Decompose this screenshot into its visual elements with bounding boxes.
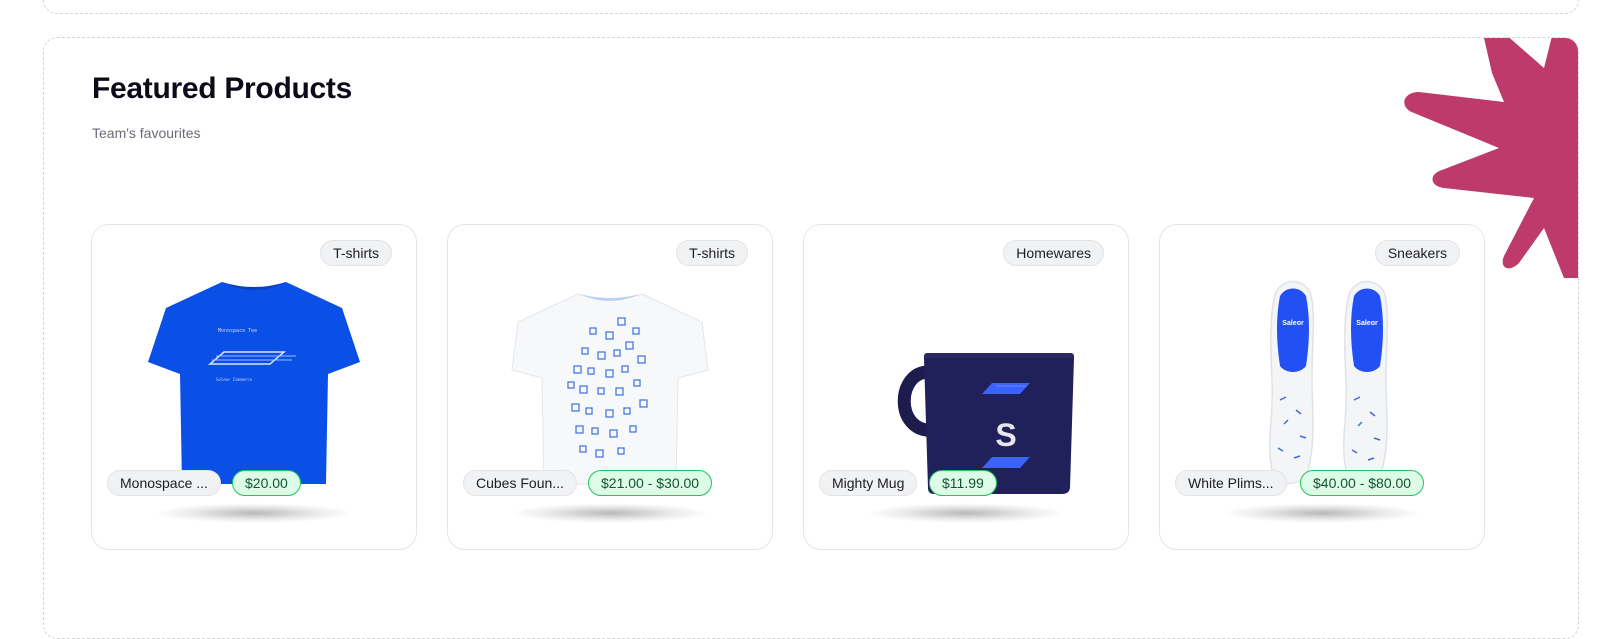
product-name[interactable]: Cubes Foun... bbox=[463, 470, 577, 496]
white-cubes-tshirt-image bbox=[511, 293, 709, 485]
product-price: $11.99 bbox=[929, 470, 997, 496]
section-subtitle: Team's favourites bbox=[92, 125, 201, 141]
product-price: $20.00 bbox=[232, 470, 301, 496]
product-price: $40.00 - $80.00 bbox=[1300, 470, 1425, 496]
blue-tshirt-image: Monospace Tee Saleor Commerce bbox=[148, 282, 360, 484]
category-badge[interactable]: T-shirts bbox=[320, 240, 392, 266]
previous-section-frame bbox=[43, 0, 1579, 14]
svg-text:Saleor: Saleor bbox=[1282, 320, 1304, 327]
product-shadow bbox=[1222, 503, 1422, 523]
product-name[interactable]: Mighty Mug bbox=[819, 470, 918, 496]
section-title: Featured Products bbox=[92, 72, 352, 105]
category-badge[interactable]: T-shirts bbox=[676, 240, 748, 266]
svg-text:S: S bbox=[995, 417, 1016, 453]
product-shadow bbox=[154, 503, 354, 523]
product-price: $21.00 - $30.00 bbox=[588, 470, 713, 496]
product-shadow bbox=[510, 503, 710, 523]
product-card[interactable]: T-shirts Monospace Tee Saleor Commerce M… bbox=[91, 224, 417, 550]
navy-mug-image: S bbox=[897, 353, 1074, 494]
category-badge[interactable]: Sneakers bbox=[1374, 240, 1460, 266]
featured-products-section: Featured Products Team's favourites T-sh… bbox=[43, 37, 1579, 639]
svg-text:Saleor Commerce: Saleor Commerce bbox=[216, 377, 253, 382]
product-card[interactable]: Homewares S Mighty Mug $11.99 bbox=[803, 224, 1129, 550]
white-sneakers-image: Saleor Saleor bbox=[1268, 280, 1389, 485]
svg-text:Saleor: Saleor bbox=[1356, 320, 1378, 327]
product-name[interactable]: Monospace ... bbox=[107, 470, 221, 496]
category-badge[interactable]: Homewares bbox=[1003, 240, 1104, 266]
product-name[interactable]: White Plims... bbox=[1175, 470, 1287, 496]
product-card[interactable]: T-shirts Cubes Foun... $21.00 - $30.00 bbox=[447, 224, 773, 550]
product-card[interactable]: Sneakers Saleor Saleor White Plims... $4… bbox=[1159, 224, 1485, 550]
svg-text:Monospace Tee: Monospace Tee bbox=[218, 328, 257, 334]
product-shadow bbox=[866, 503, 1066, 523]
